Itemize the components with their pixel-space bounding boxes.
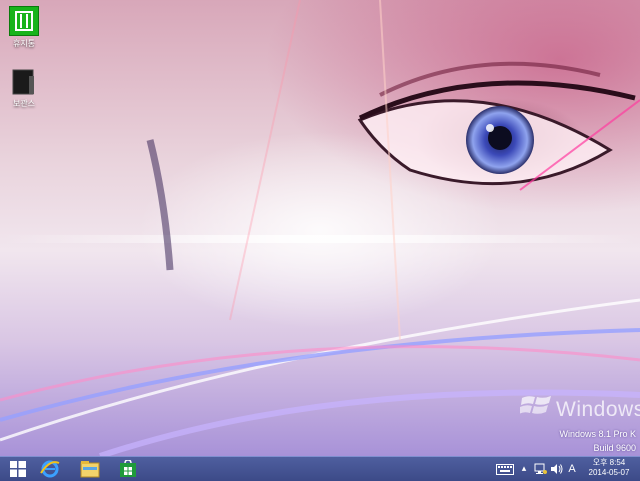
file-explorer-button[interactable] — [72, 458, 108, 480]
box-desktop-icon[interactable]: 보관스 — [0, 68, 48, 109]
tray-overflow-button[interactable]: ▴ — [518, 457, 530, 481]
taskbar: ▴ A 오후 8:54 2014-05-07 — [0, 456, 640, 481]
windows-edition-text: Windows 8.1 Pro K — [559, 429, 636, 439]
file-explorer-icon — [80, 461, 100, 478]
windows-flag-icon — [520, 396, 551, 414]
network-icon[interactable] — [532, 457, 548, 481]
box-label: 보관스 — [12, 99, 36, 108]
box-app-icon — [11, 68, 37, 96]
desktop-wallpaper: 휴지통 보관스 Windows Windows 8.1 Pro K Build … — [0, 0, 640, 456]
start-button[interactable] — [0, 458, 36, 480]
windows-build-text: Build 9600 — [593, 443, 636, 453]
recycle-bin-label: 휴지통 — [12, 39, 36, 48]
clock-date: 2014-05-07 — [588, 468, 630, 477]
recycle-bin-icon — [9, 6, 39, 36]
touch-keyboard-button[interactable] — [494, 457, 516, 481]
ime-mode-indicator[interactable]: A — [565, 457, 579, 481]
touch-keyboard-icon — [496, 463, 514, 475]
volume-icon[interactable] — [548, 457, 564, 481]
recycle-bin-desktop-icon[interactable]: 휴지통 — [0, 6, 48, 49]
taskbar-clock[interactable]: 오후 8:54 2014-05-07 — [582, 458, 636, 480]
clock-time: 오후 8:54 — [592, 458, 626, 467]
store-icon — [120, 460, 136, 477]
store-button[interactable] — [110, 458, 146, 480]
internet-explorer-icon — [40, 460, 60, 478]
windows-start-icon — [10, 461, 26, 477]
internet-explorer-button[interactable] — [32, 458, 68, 480]
windows-brand-text: Windows — [556, 398, 640, 421]
wallpaper-art — [0, 0, 640, 456]
